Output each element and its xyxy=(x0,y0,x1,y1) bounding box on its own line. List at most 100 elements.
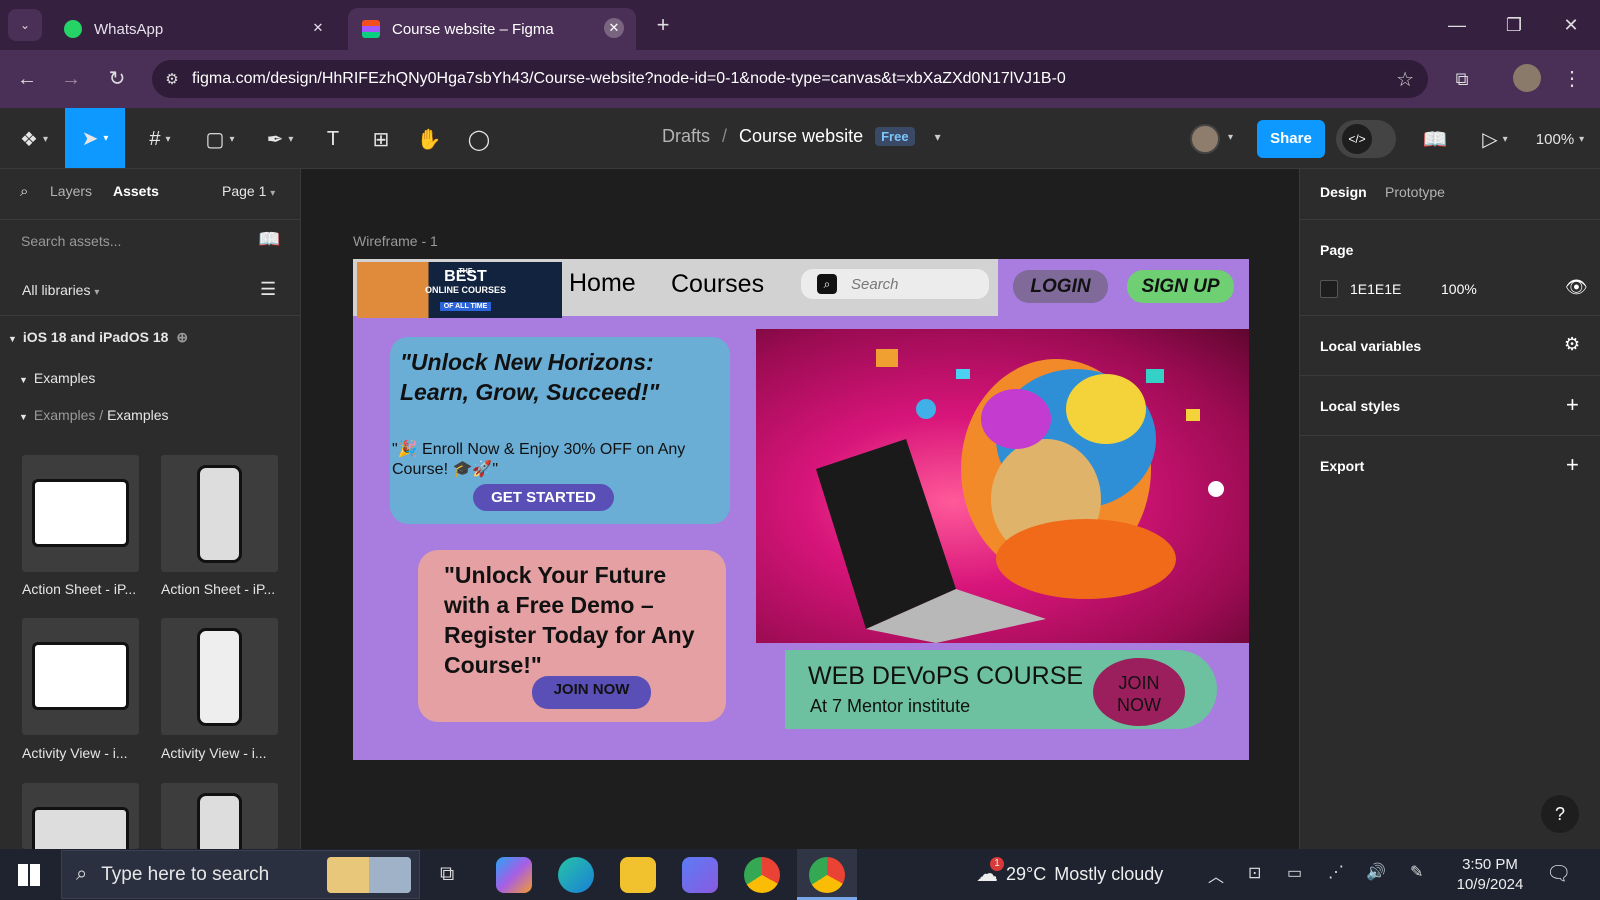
file-menu-chevron-icon[interactable]: ▾ xyxy=(935,130,941,144)
tab-figma[interactable]: Course website – Figma ✕ xyxy=(348,8,636,50)
nav-home[interactable]: Home xyxy=(569,269,636,298)
close-window-icon[interactable]: ✕ xyxy=(1551,8,1591,42)
library-group[interactable]: ▼ iOS 18 and iPadOS 18 ⊕ xyxy=(8,329,188,346)
login-button[interactable]: LOGIN xyxy=(1013,270,1108,303)
add-icon[interactable]: + xyxy=(1566,392,1579,418)
banner-line2: OF ALL TIME xyxy=(439,301,492,311)
close-tab-icon[interactable]: ✕ xyxy=(308,18,328,38)
back-icon[interactable]: ← xyxy=(11,63,43,95)
file-explorer-icon[interactable] xyxy=(620,857,656,893)
forward-icon[interactable]: → xyxy=(55,63,87,95)
component-thumbnail[interactable] xyxy=(161,618,278,735)
libraries-dropdown[interactable]: All libraries ▾ xyxy=(22,282,99,298)
share-button[interactable]: Share xyxy=(1257,120,1325,158)
component-thumbnail[interactable] xyxy=(161,783,278,849)
edge-icon[interactable] xyxy=(558,857,594,893)
new-tab-button[interactable]: + xyxy=(650,12,676,38)
tab-design[interactable]: Design xyxy=(1320,184,1367,200)
tab-prototype[interactable]: Prototype xyxy=(1385,184,1445,200)
close-tab-icon[interactable]: ✕ xyxy=(604,18,624,38)
add-icon[interactable]: + xyxy=(1566,452,1579,478)
hand-tool[interactable]: ✋ xyxy=(414,120,444,158)
avatar-chevron-icon[interactable]: ▾ xyxy=(1228,132,1233,143)
frame-name-label[interactable]: Wireframe - 1 xyxy=(353,233,438,249)
examples-group[interactable]: ▼ Examples xyxy=(19,370,95,386)
taskbar-search-placeholder: Type here to search xyxy=(101,863,270,885)
clock[interactable]: 3:50 PM 10/9/2024 xyxy=(1448,855,1532,895)
app-icon[interactable] xyxy=(682,857,718,893)
help-button[interactable]: ? xyxy=(1541,795,1579,833)
pen-tray-icon[interactable]: ✎ xyxy=(1410,862,1423,882)
task-view-icon[interactable]: ⧉ xyxy=(440,863,454,886)
battery-icon[interactable]: ▭ xyxy=(1287,863,1302,883)
network-icon[interactable]: ⋰ xyxy=(1328,862,1344,882)
search-assets-input[interactable]: Search assets... xyxy=(21,233,121,249)
page-selector[interactable]: Page 1 ▾ xyxy=(222,183,275,199)
export-row[interactable]: Export + xyxy=(1300,435,1600,495)
visibility-eye-icon[interactable]: 👁 xyxy=(1565,277,1588,298)
comment-tool[interactable]: ◯ xyxy=(464,120,494,158)
extensions-icon[interactable]: ⧉ xyxy=(1446,63,1478,95)
windows-start-icon[interactable] xyxy=(18,864,40,886)
search-layers-icon[interactable]: ⌕ xyxy=(20,183,28,200)
browser-menu-icon[interactable]: ⋮ xyxy=(1556,63,1588,95)
bookmark-star-icon[interactable]: ☆ xyxy=(1396,67,1414,92)
component-thumbnail[interactable] xyxy=(22,455,139,572)
tab-list-button[interactable]: ⌄ xyxy=(8,9,42,41)
join-now-button[interactable]: JOIN NOW xyxy=(532,676,651,709)
page-opacity-value[interactable]: 100% xyxy=(1441,281,1477,297)
variables-sliders-icon[interactable]: ⚙ xyxy=(1564,334,1580,355)
notifications-icon[interactable]: 🗨 xyxy=(1546,861,1571,886)
tab-whatsapp[interactable]: WhatsApp ✕ xyxy=(50,8,340,50)
shape-tool[interactable]: ▢ ▾ xyxy=(198,120,242,158)
tab-layers[interactable]: Layers xyxy=(50,183,92,199)
component-thumbnail[interactable] xyxy=(22,618,139,735)
taskbar-search[interactable]: ⌕ Type here to search xyxy=(61,850,420,899)
component-thumbnail[interactable] xyxy=(22,783,139,849)
minimize-icon[interactable]: — xyxy=(1437,8,1477,42)
resources-tool[interactable]: ⊞ xyxy=(366,120,396,158)
site-info-icon[interactable]: ⚙ xyxy=(152,70,192,88)
profile-avatar[interactable] xyxy=(1513,64,1541,92)
present-button[interactable]: ▷ ▾ xyxy=(1477,120,1513,158)
component-thumbnail[interactable] xyxy=(161,455,278,572)
local-variables-row[interactable]: Local variables ⚙ xyxy=(1300,315,1600,375)
page-color-value[interactable]: 1E1E1E xyxy=(1350,281,1401,297)
file-name[interactable]: Course website xyxy=(739,126,863,147)
nav-courses[interactable]: Courses xyxy=(671,270,764,299)
get-started-button[interactable]: GET STARTED xyxy=(473,484,614,511)
library-button[interactable]: 📖 xyxy=(1420,120,1450,158)
address-bar[interactable]: ⚙ figma.com/design/HhRIFEzhQNy0Hga7sbYh4… xyxy=(152,60,1428,98)
weather-widget[interactable]: ☁ 1 29°C Mostly cloudy xyxy=(976,857,1163,887)
copilot-icon[interactable] xyxy=(496,857,532,893)
restore-icon[interactable]: ❐ xyxy=(1494,8,1534,42)
page-color-swatch[interactable] xyxy=(1320,280,1338,298)
tray-chevron-icon[interactable]: ︿ xyxy=(1208,863,1224,887)
course-join-button[interactable]: JOIN NOW xyxy=(1093,658,1185,726)
drafts-link[interactable]: Drafts xyxy=(662,126,710,147)
collaborator-avatar[interactable] xyxy=(1190,124,1220,154)
main-menu-button[interactable]: ❖ ▾ xyxy=(14,120,54,158)
dev-mode-toggle[interactable]: </> xyxy=(1336,120,1396,158)
demo-card: "Unlock Your Future with a Free Demo – R… xyxy=(418,550,726,722)
tray-icon[interactable]: ⊡ xyxy=(1248,863,1261,883)
wireframe-frame[interactable]: THE BEST ONLINE COURSES OF ALL TIME Home… xyxy=(353,259,1249,760)
list-view-icon[interactable]: ☰ xyxy=(260,279,276,300)
text-tool[interactable]: T xyxy=(318,120,348,158)
pen-tool[interactable]: ✒ ▾ xyxy=(258,120,302,158)
local-styles-row[interactable]: Local styles + xyxy=(1300,375,1600,435)
zoom-menu[interactable]: 100% ▾ xyxy=(1530,120,1590,158)
library-book-icon[interactable]: 📖 xyxy=(258,229,280,250)
chrome-icon[interactable] xyxy=(744,857,780,893)
move-tool[interactable]: ➤ ▾ xyxy=(65,108,125,168)
volume-icon[interactable]: 🔊 xyxy=(1366,862,1386,882)
examples-subgroup[interactable]: ▼ Examples / Examples xyxy=(19,407,169,423)
site-search-input[interactable]: ⌕ Search xyxy=(801,269,989,299)
signup-button[interactable]: SIGN UP xyxy=(1127,270,1234,303)
tab-assets[interactable]: Assets xyxy=(113,183,159,199)
reload-icon[interactable]: ↻ xyxy=(101,63,133,95)
hero-subtitle: "🎉 Enroll Now & Enjoy 30% OFF on Any Cou… xyxy=(392,441,686,478)
chrome-profile-taskbar-item[interactable] xyxy=(797,849,857,900)
frame-tool[interactable]: # ▾ xyxy=(138,120,182,158)
search-highlight-icon xyxy=(327,857,411,893)
